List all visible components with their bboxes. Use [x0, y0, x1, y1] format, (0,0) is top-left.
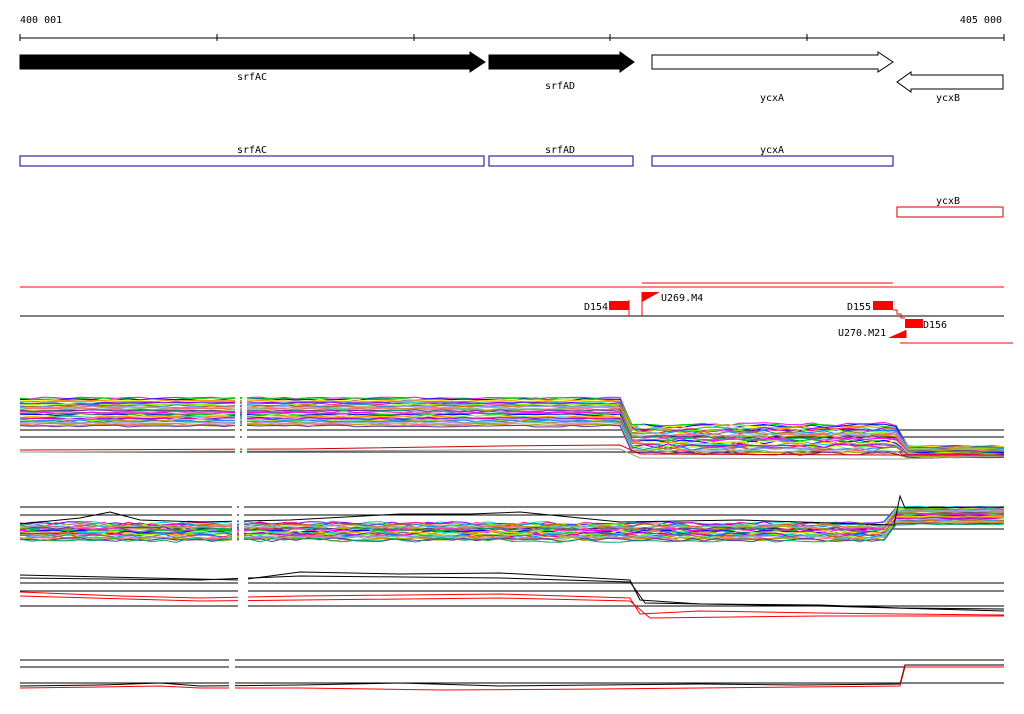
- annotation-label-srfAD: srfAD: [545, 145, 575, 156]
- expression-panel-plus: [19, 396, 1005, 460]
- feature-block-D154[interactable]: [609, 301, 629, 310]
- annotation-label-ycxA: ycxA: [760, 145, 784, 156]
- panel4-trace: [19, 666, 1004, 691]
- panel2-gap: [239, 500, 244, 545]
- feature-track: D154 U269.M4 D155 D156 U270.M21: [20, 282, 1013, 344]
- panel4-traces: [19, 664, 1004, 691]
- summary-panel-minus: [19, 659, 1004, 691]
- gene-arrow-ycxA[interactable]: [651, 51, 894, 73]
- annotation-label-ycxB: ycxB: [936, 196, 960, 207]
- data-gaps: [229, 390, 248, 695]
- flag-U269[interactable]: [642, 292, 660, 302]
- panel2-trace: [19, 494, 1005, 526]
- feature-label-U269: U269.M4: [661, 293, 703, 304]
- gene-arrow-srfAD[interactable]: [488, 51, 635, 73]
- panel3-gap: [238, 565, 248, 610]
- annotation-box-ycxB[interactable]: [896, 206, 1004, 218]
- annotation-box-ycxA[interactable]: [651, 155, 894, 167]
- genome-browser: 400 001 405 000 srfAC srfAD ycxA ycxB sr…: [19, 15, 1013, 695]
- ruler-start-label: 400 001: [20, 15, 62, 26]
- annotation-track: srfAC srfAD ycxA ycxB: [19, 145, 1004, 218]
- panel1-gap: [235, 390, 240, 460]
- panel2-gap: [232, 500, 237, 545]
- feature-block-D155[interactable]: [873, 301, 893, 310]
- annotation-box-srfAD[interactable]: [488, 155, 634, 167]
- feature-label-D156: D156: [923, 320, 947, 331]
- gene-label-srfAD: srfAD: [545, 81, 575, 92]
- gene-label-ycxA: ycxA: [760, 93, 784, 104]
- annotation-label-srfAC: srfAC: [237, 145, 267, 156]
- gene-arrow-ycxB[interactable]: [896, 71, 1004, 93]
- ruler-end-label: 405 000: [960, 15, 1002, 26]
- annotation-box-srfAC[interactable]: [19, 155, 485, 167]
- coordinate-ruler: 400 001 405 000: [19, 15, 1005, 41]
- feature-block-D156[interactable]: [905, 319, 923, 328]
- feature-label-D154: D154: [584, 302, 608, 313]
- flag-U270[interactable]: [888, 330, 906, 338]
- gene-track: srfAC srfAD ycxA ycxB: [19, 51, 1004, 104]
- panel2-traces: [19, 494, 1005, 543]
- expression-panel-minus: [19, 494, 1005, 543]
- feature-label-D155: D155: [847, 302, 871, 313]
- feature-step-D155: [893, 309, 905, 319]
- panel3-trace: [19, 591, 1005, 616]
- panel1-gap: [242, 390, 247, 460]
- gene-arrow-srfAC[interactable]: [19, 51, 486, 73]
- feature-label-U270: U270.M21: [838, 328, 886, 339]
- summary-panel-plus: [19, 571, 1005, 619]
- panel4-gap: [229, 655, 235, 695]
- gene-label-srfAC: srfAC: [237, 72, 267, 83]
- gene-label-ycxB: ycxB: [936, 93, 960, 104]
- panel3-traces: [19, 571, 1005, 619]
- panel1-traces: [19, 396, 1005, 460]
